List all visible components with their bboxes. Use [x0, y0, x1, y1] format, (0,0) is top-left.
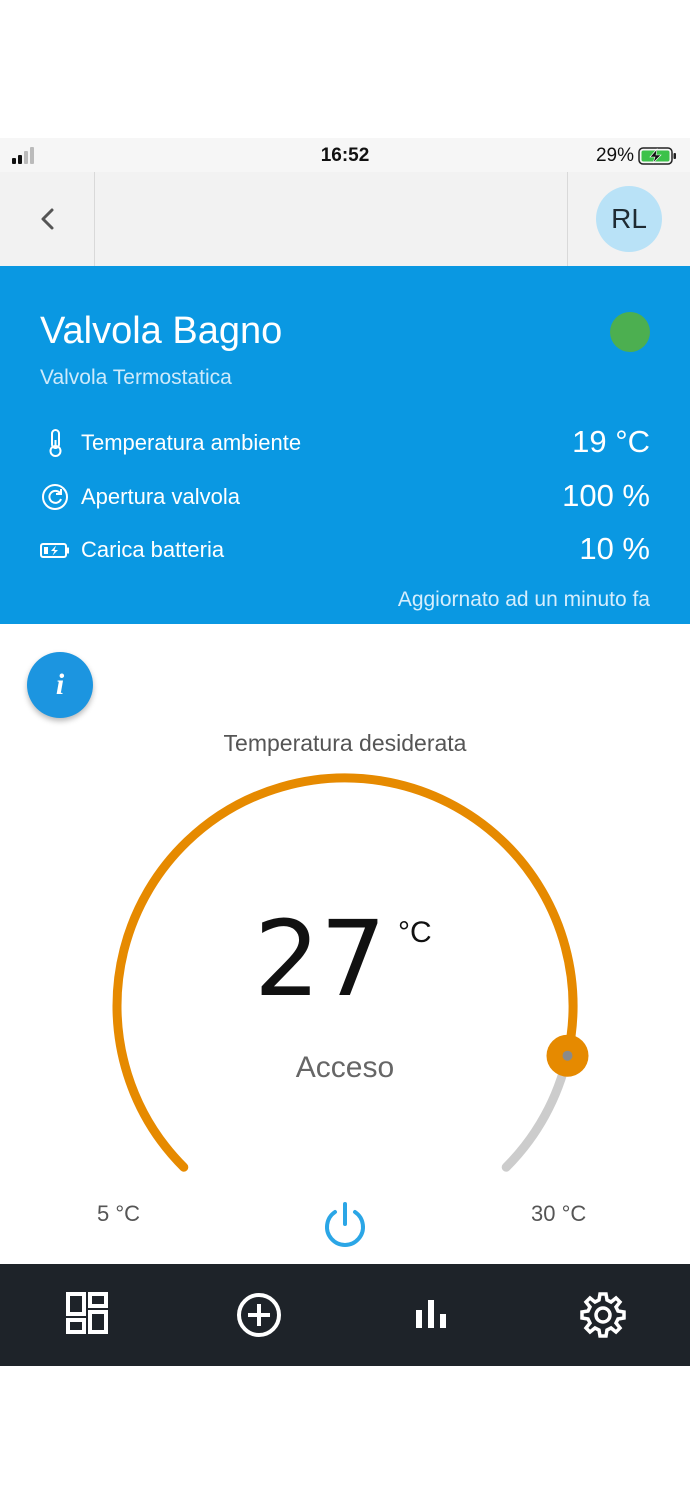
min-temperature-label: 5 °C — [97, 1201, 141, 1226]
bottom-tab-bar — [0, 1264, 690, 1366]
power-icon — [325, 1202, 365, 1247]
setpoint-unit: °C — [398, 916, 432, 949]
tab-settings[interactable] — [578, 1290, 628, 1340]
tab-dashboard[interactable] — [62, 1290, 112, 1340]
max-temperature-label: 30 °C — [531, 1201, 587, 1226]
bar-chart-icon — [416, 1300, 446, 1328]
power-button[interactable] — [318, 1198, 372, 1252]
tab-statistics[interactable] — [406, 1290, 456, 1340]
tab-add[interactable] — [234, 1290, 284, 1340]
thermostat-state: Acceso — [295, 1051, 395, 1084]
setpoint-value: 27 — [254, 898, 387, 1020]
add-circle-icon — [237, 1293, 281, 1337]
gear-icon — [580, 1292, 626, 1338]
dashboard-icon — [66, 1292, 108, 1334]
temperature-dial[interactable] — [0, 138, 690, 1366]
app-screen: 16:52 29% RL Valvola Bagno Valvola Termo… — [0, 138, 690, 1366]
